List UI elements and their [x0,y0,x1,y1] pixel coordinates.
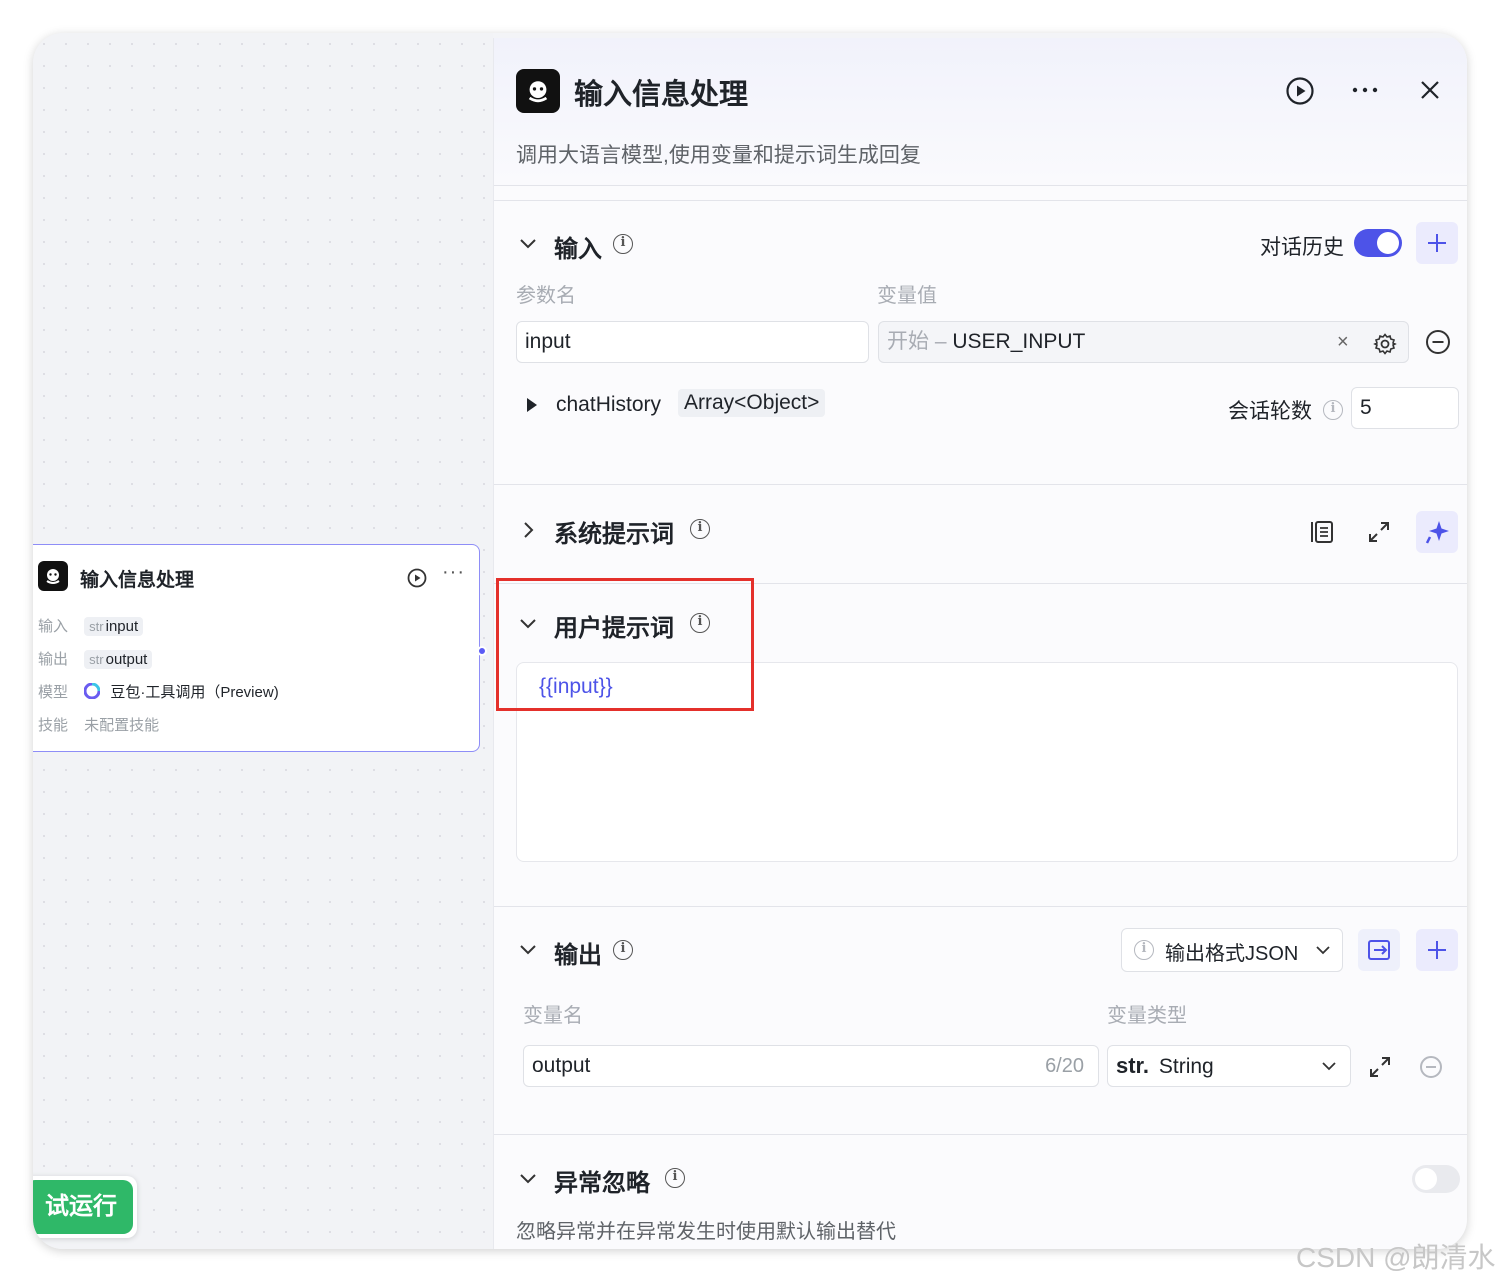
rounds-input[interactable]: 5 [1351,387,1459,429]
exception-toggle[interactable] [1412,1165,1460,1193]
param-name-header: 参数名 [516,285,576,307]
var-type-header: 变量类型 [1107,1005,1187,1027]
node-row-input: 输入 str input [38,615,144,636]
llm-node-card[interactable]: 输入信息处理 ··· 输入 str input 输出 str output 模型 豆… [33,544,480,752]
type-prefix: str. [1116,1053,1150,1078]
ai-optimize-button[interactable] [1416,511,1458,553]
node-row-output: 输出 str output [38,648,153,669]
output-var-name: output [532,1054,591,1077]
close-icon[interactable] [1419,79,1441,106]
chevron-down-icon[interactable] [518,237,538,256]
output-var-type-select[interactable]: str. String [1107,1045,1351,1087]
settings-gear-icon[interactable] [1373,330,1397,370]
node-input-tag: str input [84,617,144,636]
rounds-label: 会话轮数 [1228,400,1312,423]
node-logo-icon [38,561,68,591]
try-run-wrapper: 试运行 [33,1176,137,1238]
expand-triangle-icon[interactable] [526,397,538,418]
import-json-button[interactable] [1358,929,1400,971]
node-header: 输入信息处理 ··· [38,561,468,595]
remove-icon[interactable] [1425,329,1451,360]
chevron-right-icon[interactable] [522,520,536,545]
node-run-icon[interactable] [406,567,428,594]
info-icon: i [1134,940,1154,960]
add-output-button[interactable] [1416,929,1458,971]
output-format-label: 输出格式JSON [1165,943,1299,965]
try-run-button[interactable]: 试运行 [33,1180,133,1234]
var-value-header: 变量值 [877,285,937,307]
char-counter: 6/20 [1045,1055,1084,1077]
model-logo-icon [83,682,101,700]
panel-header: 输入信息处理 调用大语言模型,使用变量和提示词生成回复 [494,38,1467,186]
info-icon[interactable]: i [1323,400,1343,420]
node-model-name: 豆包·工具调用（Preview) [110,684,279,701]
output-var-name-input[interactable]: output 6/20 [523,1045,1099,1087]
chevron-down-icon [1315,943,1331,961]
node-row-model: 模型 豆包·工具调用（Preview) [38,681,279,702]
chevron-down-icon[interactable] [518,1172,538,1191]
history-toggle[interactable] [1354,229,1402,257]
chevron-down-icon[interactable] [518,943,538,962]
clear-icon[interactable]: × [1337,322,1349,362]
info-icon[interactable]: i [690,519,710,539]
add-input-button[interactable] [1416,222,1458,264]
fullscreen-icon[interactable] [1367,520,1391,549]
node-title: 输入信息处理 [80,570,195,591]
chat-history-type: Array<Object> [678,389,826,417]
chevron-down-icon [1321,1046,1337,1100]
var-source-prefix: 开始 – [887,330,953,353]
exception-title: 异常忽略 [554,1170,650,1197]
info-icon[interactable]: i [613,234,633,254]
workflow-canvas[interactable]: 输入信息处理 ··· 输入 str input 输出 str output 模型 豆… [33,33,493,1249]
node-row-skills: 技能 未配置技能 [38,714,159,735]
node-row-label: 模型 [38,684,69,701]
output-section-title: 输出 [554,942,602,969]
panel-title: 输入信息处理 [574,79,749,111]
node-output-port[interactable] [477,646,487,656]
run-icon[interactable] [1284,75,1316,112]
system-prompt-section: 系统提示词 i [494,484,1467,584]
node-row-label: 输入 [38,618,69,635]
var-source-value: USER_INPUT [952,330,1086,353]
chat-history-name: chatHistory [556,393,662,416]
history-label: 对话历史 [1260,236,1344,259]
input-section-title: 输入 [554,236,602,263]
info-icon[interactable]: i [613,940,633,960]
library-icon[interactable] [1309,519,1335,550]
highlight-box [496,578,754,711]
node-output-tag: str output [84,650,153,669]
remove-icon[interactable] [1419,1055,1443,1084]
node-skills-value: 未配置技能 [84,717,160,734]
panel-description: 调用大语言模型,使用变量和提示词生成回复 [516,144,921,167]
info-icon[interactable]: i [665,1168,685,1188]
watermark: CSDN @朗清水 [1296,1242,1496,1273]
var-name-header: 变量名 [523,1005,583,1027]
node-row-label: 输出 [38,651,69,668]
exception-section: 异常忽略 i 忽略异常并在异常发生时使用默认输出替代 [494,1135,1467,1249]
var-value-select[interactable]: 开始 – USER_INPUT × [878,321,1409,363]
output-format-select[interactable]: i 输出格式JSON [1121,928,1343,972]
more-icon[interactable] [1350,78,1380,107]
param-name-input[interactable]: input [516,321,869,363]
exception-description: 忽略异常并在异常发生时使用默认输出替代 [516,1221,896,1243]
system-prompt-title: 系统提示词 [554,521,674,548]
expand-icon[interactable] [1368,1055,1392,1084]
node-row-label: 技能 [38,717,69,734]
panel-logo-icon [516,69,560,113]
type-value: String [1158,1055,1214,1078]
node-more-icon[interactable]: ··· [442,561,465,584]
input-section: 输入 i 对话历史 参数名 变量值 input 开始 – USER_INPUT … [494,200,1467,485]
output-section: 输出 i i 输出格式JSON 变量名 变量类型 output 6/20 str… [494,907,1467,1135]
